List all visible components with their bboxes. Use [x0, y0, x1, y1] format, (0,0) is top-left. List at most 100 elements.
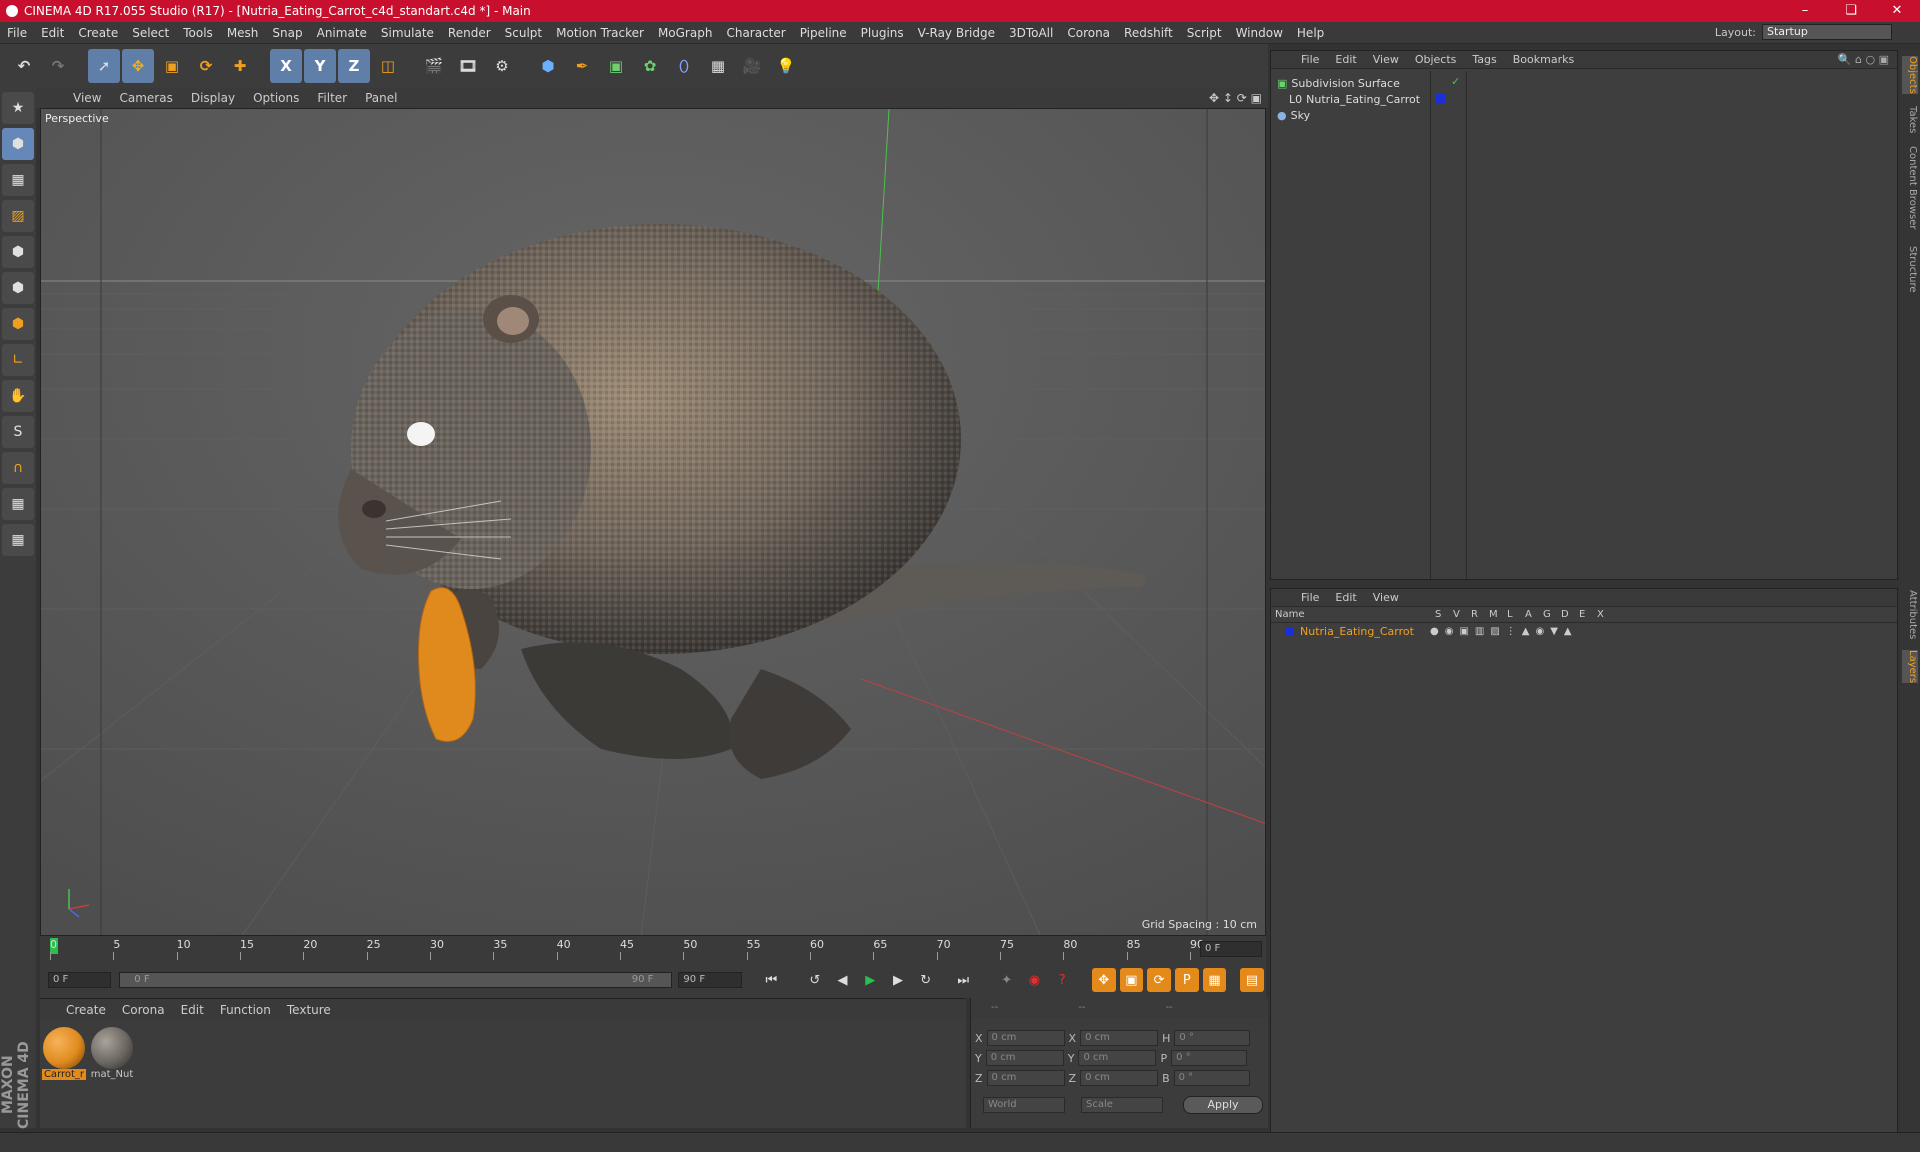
menu-3dtoall[interactable]: 3DToAll	[1002, 26, 1060, 40]
menu-edit[interactable]: Edit	[34, 26, 71, 40]
texture-mode-icon[interactable]: ▦	[2, 164, 34, 196]
mograph-cloner-icon[interactable]: ✿	[634, 49, 666, 83]
viewport-menu-view[interactable]: View	[64, 91, 110, 105]
menu-character[interactable]: Character	[719, 26, 792, 40]
select-pointer-icon[interactable]: ➚	[88, 49, 120, 83]
next-key-icon[interactable]: ↻	[914, 968, 938, 992]
material-swatch-carrot[interactable]: Carrot_r	[42, 1027, 86, 1080]
render-picture-viewer-icon[interactable]: 🎞	[452, 49, 484, 83]
model-mode-icon[interactable]: ⬢	[2, 128, 34, 160]
render-settings-icon[interactable]: ⚙	[486, 49, 518, 83]
material-menu-function[interactable]: Function	[212, 1003, 279, 1017]
pos-y-field[interactable]: 0 cm	[985, 1050, 1064, 1066]
key-rotation-icon[interactable]: ⟳	[1147, 968, 1171, 992]
pen-spline-icon[interactable]: ✒	[566, 49, 598, 83]
viewport-menu-options[interactable]: Options	[244, 91, 308, 105]
points-mode-icon[interactable]: ⬢	[2, 236, 34, 268]
y-axis-lock-button[interactable]: Y	[304, 49, 336, 83]
make-editable-icon[interactable]: ★	[2, 92, 34, 124]
menu-tools[interactable]: Tools	[176, 26, 220, 40]
menu-pipeline[interactable]: Pipeline	[793, 26, 854, 40]
menu-mesh[interactable]: Mesh	[220, 26, 266, 40]
start-frame-field[interactable]: 0 F	[48, 972, 112, 988]
tab-content-browser[interactable]: Content Browser	[1902, 146, 1918, 229]
rot-h-field[interactable]: 0 °	[1174, 1030, 1251, 1046]
menu-snap[interactable]: Snap	[265, 26, 309, 40]
size-y-field[interactable]: 0 cm	[1078, 1050, 1157, 1066]
go-to-start-icon[interactable]: ⏮	[760, 968, 784, 992]
subdivision-icon[interactable]: ▣	[600, 49, 632, 83]
move-icon[interactable]: ✥	[122, 49, 154, 83]
objects-menu-bookmarks[interactable]: Bookmarks	[1505, 53, 1582, 66]
undo-icon[interactable]: ↶	[8, 49, 40, 83]
minimize-button[interactable]: –	[1782, 0, 1828, 22]
viewport-menu-cameras[interactable]: Cameras	[110, 91, 181, 105]
frame-range-slider[interactable]: 0 F 90 F	[119, 972, 673, 988]
tab-objects[interactable]: Objects	[1902, 56, 1918, 94]
menu-mograph[interactable]: MoGraph	[651, 26, 720, 40]
grid-rotate-icon[interactable]: ▦	[2, 524, 34, 556]
menu-corona[interactable]: Corona	[1060, 26, 1117, 40]
pos-x-field[interactable]: 0 cm	[986, 1030, 1065, 1046]
material-swatch-nutria[interactable]: mat_Nut	[90, 1027, 134, 1080]
prev-frame-icon[interactable]: ◀	[831, 968, 855, 992]
menu-redshift[interactable]: Redshift	[1117, 26, 1180, 40]
menu-motion-tracker[interactable]: Motion Tracker	[549, 26, 651, 40]
redo-icon[interactable]: ↷	[42, 49, 74, 83]
live-select-icon[interactable]: ✚	[224, 49, 256, 83]
coord-system-dropdown[interactable]: World	[983, 1097, 1065, 1113]
render-view-icon[interactable]: 🎬	[418, 49, 450, 83]
object-row-subdivision[interactable]: ▣ Subdivision Surface	[1277, 75, 1400, 91]
menu-sculpt[interactable]: Sculpt	[498, 26, 549, 40]
3d-viewport[interactable]: Perspective Grid Spacing : 10 cm	[40, 108, 1266, 936]
rot-p-field[interactable]: 0 °	[1171, 1050, 1248, 1066]
x-axis-lock-button[interactable]: X	[270, 49, 302, 83]
coordinate-system-icon[interactable]: ◫	[372, 49, 404, 83]
viewport-menu-display[interactable]: Display	[182, 91, 244, 105]
objects-menu-view[interactable]: View	[1365, 53, 1407, 66]
keyframe-selection-icon[interactable]: ✦	[995, 968, 1019, 992]
enabled-check-icon[interactable]: ✓	[1451, 75, 1460, 88]
apply-button[interactable]: Apply	[1183, 1096, 1263, 1114]
close-button[interactable]: ✕	[1874, 0, 1920, 22]
menu-window[interactable]: Window	[1229, 26, 1290, 40]
object-manager-tools-icon[interactable]: 🔍 ⌂ ○ ▣	[1838, 53, 1889, 66]
viewport-menu-filter[interactable]: Filter	[308, 91, 356, 105]
edges-mode-icon[interactable]: ⬢	[2, 272, 34, 304]
objects-menu-edit[interactable]: Edit	[1327, 53, 1364, 66]
layers-menu-file[interactable]: File	[1293, 591, 1327, 604]
autokey-icon[interactable]: ?	[1050, 968, 1074, 992]
viewport-menu-panel[interactable]: Panel	[356, 91, 406, 105]
tweak-mode-icon[interactable]: ✋	[2, 380, 34, 412]
menu-render[interactable]: Render	[441, 26, 498, 40]
timeline-window-icon[interactable]: ▤	[1240, 968, 1264, 992]
scale-icon[interactable]: ▣	[156, 49, 188, 83]
maximize-button[interactable]: ❏	[1828, 0, 1874, 22]
material-menu-edit[interactable]: Edit	[173, 1003, 212, 1017]
next-frame-icon[interactable]: ▶	[886, 968, 910, 992]
floor-icon[interactable]: ▦	[702, 49, 734, 83]
objects-menu-file[interactable]: File	[1293, 53, 1327, 66]
menu-simulate[interactable]: Simulate	[374, 26, 441, 40]
key-pla-icon[interactable]: ▦	[1202, 968, 1227, 992]
viewport-nav-icons[interactable]: ✥ ↕ ⟳ ▣	[1209, 91, 1262, 105]
timeline-ruler[interactable]: 0 5 10 15 20 25 30 35 40 45 50 55 60 65 70 75 80 85 90 0 F	[40, 936, 1266, 962]
snap-icon[interactable]: S	[2, 416, 34, 448]
objects-menu-tags[interactable]: Tags	[1464, 53, 1504, 66]
tab-attributes[interactable]: Attributes	[1902, 590, 1918, 639]
rot-b-field[interactable]: 0 °	[1173, 1070, 1250, 1086]
layers-menu-view[interactable]: View	[1365, 591, 1407, 604]
tab-structure[interactable]: Structure	[1902, 246, 1918, 293]
prev-key-icon[interactable]: ↺	[803, 968, 827, 992]
size-z-field[interactable]: 0 cm	[1080, 1070, 1159, 1086]
menu-script[interactable]: Script	[1180, 26, 1229, 40]
menu-vray-bridge[interactable]: V-Ray Bridge	[911, 26, 1002, 40]
objects-menu-objects[interactable]: Objects	[1407, 53, 1465, 66]
menu-file[interactable]: File	[0, 26, 34, 40]
light-icon[interactable]: 💡	[770, 49, 802, 83]
end-frame-field[interactable]: 90 F	[678, 972, 742, 988]
workplane-icon[interactable]: ▨	[2, 200, 34, 232]
axis-mode-icon[interactable]: ∟	[2, 344, 34, 376]
size-x-field[interactable]: 0 cm	[1080, 1030, 1159, 1046]
material-menu-corona[interactable]: Corona	[114, 1003, 173, 1017]
